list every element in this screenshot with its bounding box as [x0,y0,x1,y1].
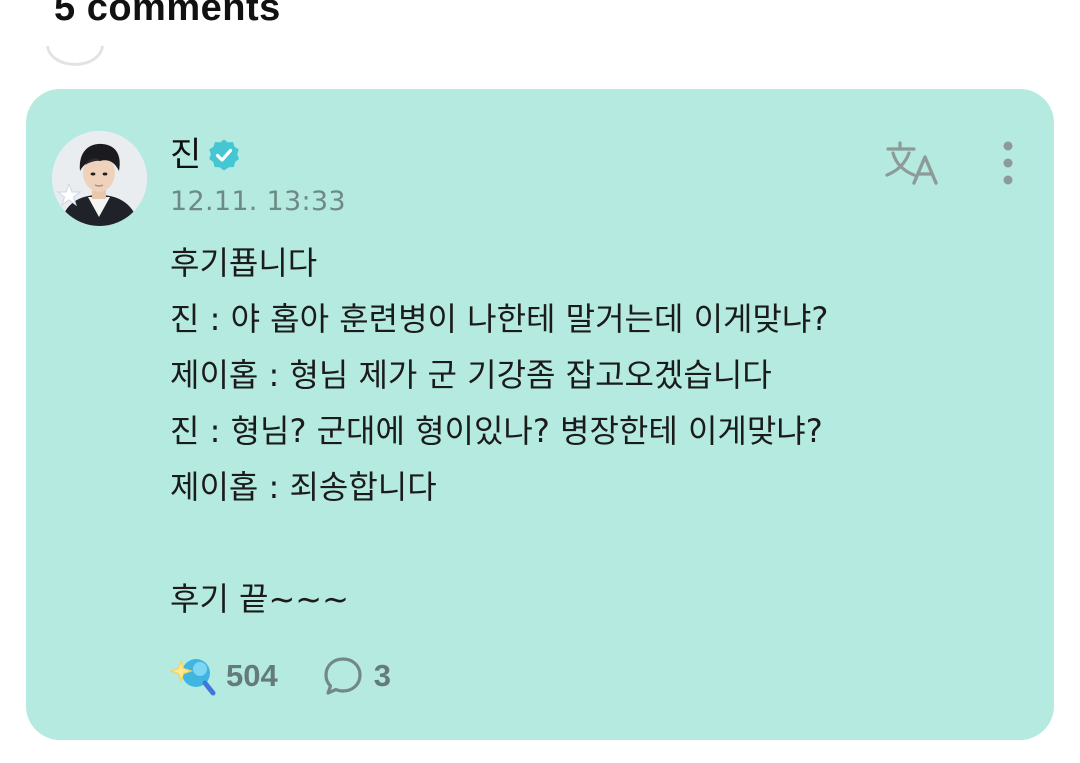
comment-line: 제이홉 : 죄송합니다 [170,468,437,506]
like-button[interactable]: 504 [170,655,278,697]
author-row: 진 [170,133,241,177]
speech-bubble-icon [324,657,362,695]
membership-star-icon [56,182,82,207]
reply-count: 3 [373,658,391,693]
translate-icon [885,141,938,185]
more-options-button[interactable] [988,137,1028,189]
comment-line-blank [170,515,1010,571]
verified-badge-icon [209,139,240,171]
comment-line: 진 : 야 홉아 훈련병이 나한테 말거는데 이게맞냐? [170,300,829,338]
translate-button[interactable] [884,137,944,189]
comment-line: 후기푭니다 [170,244,318,282]
comment-body: 후기푭니다 진 : 야 홉아 훈련병이 나한테 말거는데 이게맞냐? 제이홉 :… [170,235,1010,627]
author-name[interactable]: 진 [170,133,201,177]
reaction-row: 504 3 [170,651,391,701]
comment-line: 진 : 형님? 군대에 형이있나? 병장한테 이게맞냐? [170,412,823,450]
comment-line: 후기 끝~~~ [170,580,349,618]
like-count: 504 [226,658,278,693]
sparkle-like-icon [170,659,216,696]
comment-timestamp: 12.11. 13:33 [170,186,346,217]
comments-count-title: 5 comments [54,0,281,29]
reply-button[interactable]: 3 [322,655,391,697]
more-vertical-icon [1003,141,1013,185]
author-avatar[interactable] [52,131,147,226]
previous-avatar-edge [46,46,104,66]
comment-card: 진 12.11. 13:33 후기푭니다 진 : 야 홉아 훈련병이 나한테 말… [26,89,1054,740]
comment-line: 제이홉 : 형님 제가 군 기강좀 잡고오겠습니다 [170,356,772,394]
